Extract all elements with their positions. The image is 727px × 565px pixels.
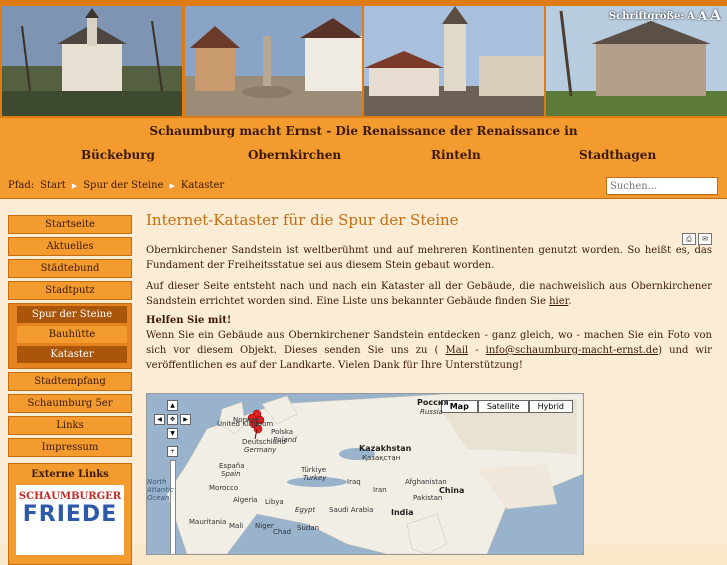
breadcrumb-spur-der-steine[interactable]: Spur der Steine — [83, 180, 163, 191]
map-label-mauritania: Mauritania — [189, 518, 227, 526]
map-label-kazakhstan: Kazakhstan — [359, 444, 412, 453]
map-label-turkey: Turkey — [303, 474, 327, 482]
map-label-algeria: Algeria — [233, 496, 258, 504]
sidebar-item-links[interactable]: Links — [8, 416, 132, 435]
city-link-bueckeburg[interactable]: Bückeburg — [81, 148, 155, 162]
breadcrumb: Pfad: Start ▶ Spur der Steine ▶ Kataster — [8, 180, 224, 191]
map-type-hybrid[interactable]: Hybrid — [528, 400, 573, 413]
header-banner: Schriftgröße: A A A — [0, 0, 727, 118]
map-label-morocco: Morocco — [209, 484, 239, 492]
map-label-spain: Spain — [221, 470, 241, 478]
help-paragraph: Wenn Sie ein Gebäude aus Obernkirchener … — [146, 328, 712, 373]
city-nav: Bückeburg Obernkirchen Rinteln Stadthage… — [0, 148, 727, 170]
mail-link[interactable]: Mail — [446, 345, 469, 356]
map-label-saudi-arabia: Saudi Arabia — [329, 506, 374, 514]
zoom-in-icon[interactable]: + — [167, 446, 178, 457]
kataster-text: Auf dieser Seite entsteht nach und nach … — [146, 281, 712, 307]
fountain-photo — [185, 6, 362, 116]
map-canvas[interactable] — [147, 394, 583, 554]
map-label-germany: Germany — [244, 446, 277, 454]
print-icon[interactable]: ⎙ — [682, 233, 696, 245]
pan-left-icon[interactable]: ◀ — [154, 414, 165, 425]
page-tools: ⎙ ✉ — [682, 233, 712, 245]
map-label-niger: Niger — [255, 522, 274, 530]
intro-paragraph: Obernkirchener Sandstein ist weltberühmt… — [146, 245, 712, 271]
font-size-small-button[interactable]: A — [687, 11, 695, 22]
pan-down-icon[interactable]: ▼ — [167, 428, 178, 439]
help-heading: Helfen Sie mit! — [146, 315, 232, 326]
friede-banner-line1: SCHAUMBURGER — [18, 491, 122, 502]
help-text-mid: - — [468, 345, 486, 356]
breadcrumb-kataster: Kataster — [180, 180, 225, 191]
main-content: Internet-Kataster für die Spur der Stein… — [146, 211, 712, 555]
map-label-iraq: Iraq — [347, 478, 361, 486]
map-label-russia-ru: Россия — [417, 398, 449, 407]
sidebar-item-schaumburg-5er[interactable]: Schaumburg 5er — [8, 394, 132, 413]
sidebar-group-spur-der-steine: Spur der Steine Bauhütte Kataster — [8, 303, 132, 369]
city-link-obernkirchen[interactable]: Obernkirchen — [248, 148, 341, 162]
breadcrumb-bar: Pfad: Start ▶ Spur der Steine ▶ Kataster — [0, 176, 727, 199]
friede-banner-line2: FRIEDE — [22, 502, 118, 527]
sidebar-item-aktuelles[interactable]: Aktuelles — [8, 237, 132, 256]
font-size-control: Schriftgröße: A A A — [609, 8, 721, 24]
google-map[interactable]: ▲ ◀ ✥ ▶ ▼ + Map Satellite Hybrid Россия … — [146, 393, 584, 555]
kataster-paragraph: Auf dieser Seite entsteht nach und nach … — [146, 279, 712, 309]
map-label-mali: Mali — [229, 522, 244, 530]
title-bar: Schaumburg macht Ernst - Die Renaissance… — [0, 118, 727, 177]
font-size-medium-button[interactable]: A — [698, 9, 707, 23]
sidebar: Startseite Aktuelles Städtebund Stadtput… — [8, 215, 132, 565]
font-size-large-button[interactable]: A — [710, 8, 721, 24]
map-label-pakistan: Pakistan — [413, 494, 443, 502]
map-label-atlantic: North Atlantic Ocean — [147, 478, 174, 502]
site-title: Schaumburg macht Ernst - Die Renaissance… — [149, 124, 578, 138]
map-label-china: China — [439, 486, 465, 495]
map-label-iran: Iran — [373, 486, 387, 494]
search-input[interactable] — [606, 177, 718, 195]
sidebar-item-kataster[interactable]: Kataster — [17, 346, 127, 363]
map-type-switch: Map Satellite Hybrid — [440, 400, 573, 413]
sidebar-item-spur-der-steine[interactable]: Spur der Steine — [17, 306, 127, 323]
map-label-kazakhstan-local: Қазақстан — [362, 454, 401, 462]
sidebar-item-impressum[interactable]: Impressum — [8, 438, 132, 457]
content-area: Startseite Aktuelles Städtebund Stadtput… — [0, 199, 727, 565]
map-label-poland: Poland — [273, 436, 297, 444]
map-label-india: India — [391, 508, 414, 517]
breadcrumb-start[interactable]: Start — [40, 180, 66, 191]
external-links-title: Externe Links — [31, 469, 109, 480]
list-link[interactable]: hier — [549, 296, 568, 307]
map-label-chad: Chad — [273, 528, 292, 536]
castle-photo — [2, 6, 182, 116]
map-label-tuerkiye: Türkiye — [301, 466, 327, 474]
external-links-box: Externe Links SCHAUMBURGER FRIEDE — [8, 463, 132, 565]
map-label-egypt: Egypt — [295, 506, 316, 514]
page-title: Internet-Kataster für die Spur der Stein… — [146, 211, 459, 229]
map-label-polska: Polska — [271, 428, 294, 436]
map-label-sudan: Sudan — [297, 524, 320, 532]
kataster-text-end: . — [568, 296, 572, 307]
sidebar-item-startseite[interactable]: Startseite — [8, 215, 132, 234]
map-label-espana: España — [219, 462, 245, 470]
font-size-label: Schriftgröße: — [608, 10, 685, 22]
sidebar-item-stadtputz[interactable]: Stadtputz — [8, 281, 132, 300]
breadcrumb-arrow-icon: ▶ — [71, 181, 78, 190]
breadcrumb-label: Pfad: — [8, 180, 35, 191]
pan-center-icon[interactable]: ✥ — [167, 414, 178, 425]
map-label-russia: Russia — [420, 408, 443, 416]
city-link-rinteln[interactable]: Rinteln — [431, 148, 481, 162]
zoom-slider[interactable] — [170, 460, 176, 554]
sidebar-item-stadtempfang[interactable]: Stadtempfang — [8, 372, 132, 391]
map-label-afghanistan: Afghanistan — [405, 478, 447, 486]
pan-up-icon[interactable]: ▲ — [167, 400, 178, 411]
city-link-stadthagen[interactable]: Stadthagen — [579, 148, 656, 162]
sidebar-item-staedtebund[interactable]: Städtebund — [8, 259, 132, 278]
map-type-satellite[interactable]: Satellite — [477, 400, 529, 413]
sidebar-item-bauhuette[interactable]: Bauhütte — [17, 326, 127, 343]
breadcrumb-arrow-icon: ▶ — [169, 181, 175, 190]
tower-photo — [364, 6, 544, 116]
map-label-libya: Libya — [265, 498, 284, 506]
email-icon[interactable]: ✉ — [698, 233, 712, 245]
map-label-uk: United Kingdom — [217, 420, 274, 428]
email-address-link[interactable]: info@schaumburg-macht-ernst.de — [486, 345, 659, 356]
pan-right-icon[interactable]: ▶ — [180, 414, 191, 425]
